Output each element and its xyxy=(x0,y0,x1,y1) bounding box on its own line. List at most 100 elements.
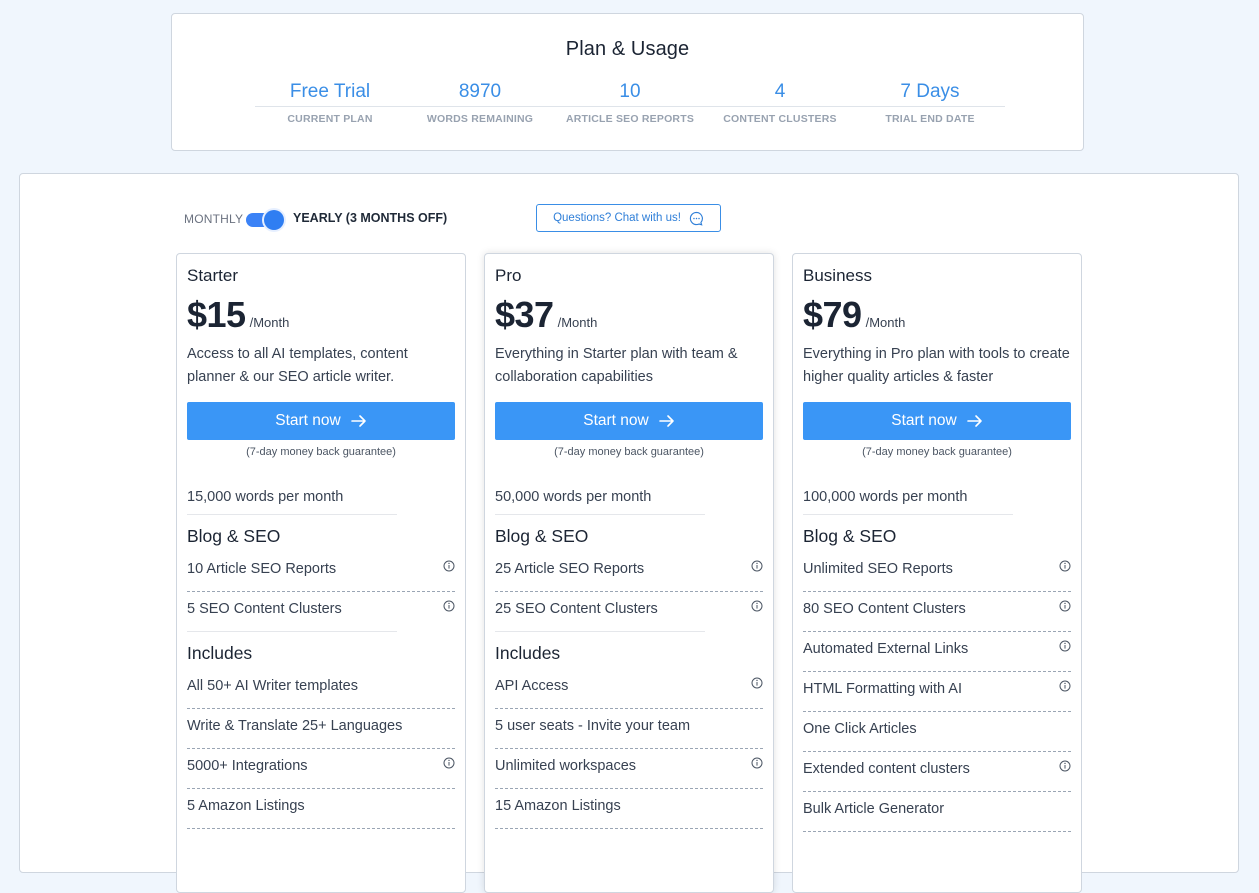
info-icon[interactable] xyxy=(1059,600,1071,612)
chat-with-us-button[interactable]: Questions? Chat with us! xyxy=(536,204,721,232)
stat-article-seo-reports: 10 ARTICLE SEO REPORTS xyxy=(555,80,705,125)
start-now-button[interactable]: Start now xyxy=(495,402,763,440)
info-icon[interactable] xyxy=(751,757,763,769)
info-icon[interactable] xyxy=(1059,760,1071,772)
switch-knob xyxy=(264,210,284,230)
plan-description: Everything in Starter plan with team & c… xyxy=(495,346,738,385)
plan-card-business: Business $79/Month Everything in Pro plan … xyxy=(792,253,1082,893)
feature-row: 5 Amazon Listings xyxy=(187,789,455,829)
feature-text: All 50+ AI Writer templates xyxy=(187,678,358,694)
info-icon[interactable] xyxy=(443,757,455,769)
feature-row: 80 SEO Content Clusters xyxy=(803,592,1071,632)
start-button-label: Start now xyxy=(583,412,649,429)
billing-period-switch[interactable] xyxy=(246,210,284,230)
includes-heading: Includes xyxy=(495,643,561,663)
plan-description: Access to all AI templates, content plan… xyxy=(187,346,408,385)
feature-row: 5 user seats - Invite your team xyxy=(495,709,763,749)
pricing-card: MONTHLY YEARLY (3 MONTHS OFF) Questions?… xyxy=(19,173,1239,893)
plan-name: Starter xyxy=(187,266,239,285)
plan-name: Business xyxy=(803,266,872,285)
stat-label: ARTICLE SEO REPORTS xyxy=(565,113,695,125)
feature-text: API Access xyxy=(495,678,569,694)
feature-row: 10 Article SEO Reports xyxy=(187,552,455,592)
blog-seo-heading: Blog & SEO xyxy=(187,526,281,546)
feature-row: API Access xyxy=(495,669,763,709)
price-amount: $37 xyxy=(495,294,554,335)
plan-description: Everything in Pro plan with tools to cre… xyxy=(803,346,1070,385)
plan-card-pro: Pro $37/Month Everything in Starter plan w… xyxy=(484,253,774,893)
chat-button-label: Questions? Chat with us! xyxy=(553,212,681,224)
price-period: /Month xyxy=(557,315,598,330)
monthly-label[interactable]: MONTHLY xyxy=(184,212,243,226)
feature-text: Automated External Links xyxy=(803,641,969,657)
feature-text: Bulk Article Generator xyxy=(803,801,945,817)
plan-card-starter: Starter $15/Month Access to all AI templat… xyxy=(176,253,466,893)
price-amount: $79 xyxy=(803,294,862,335)
info-icon[interactable] xyxy=(751,677,763,689)
feature-text: Unlimited workspaces xyxy=(495,758,637,774)
stat-label: WORDS REMAINING xyxy=(426,113,534,125)
feature-row: 15 Amazon Listings xyxy=(495,789,763,829)
feature-text: One Click Articles xyxy=(803,721,917,737)
words-per-month: 15,000 words per month xyxy=(187,489,344,505)
feature-row: Unlimited workspaces xyxy=(495,749,763,789)
feature-text: 5 Amazon Listings xyxy=(187,798,305,814)
blog-seo-heading: Blog & SEO xyxy=(495,526,589,546)
feature-text: Extended content clusters xyxy=(803,761,970,777)
plan-name: Pro xyxy=(495,266,522,285)
start-now-button[interactable]: Start now xyxy=(803,402,1071,440)
feature-row: HTML Formatting with AI xyxy=(803,672,1071,712)
start-button-label: Start now xyxy=(275,412,341,429)
feature-text: Unlimited SEO Reports xyxy=(803,561,953,577)
price-period: /Month xyxy=(249,315,290,330)
feature-text: HTML Formatting with AI xyxy=(803,681,963,697)
stat-value: 4 xyxy=(774,81,786,102)
plan-usage-card: Plan & Usage Free Trial CURRENT PLAN 897… xyxy=(171,13,1084,151)
feature-row: 25 SEO Content Clusters xyxy=(495,592,763,632)
stat-label: CONTENT CLUSTERS xyxy=(723,113,837,125)
feature-row: 5000+ Integrations xyxy=(187,749,455,789)
feature-row: Write & Translate 25+ Languages xyxy=(187,709,455,749)
usage-title: Plan & Usage xyxy=(565,38,690,60)
info-icon[interactable] xyxy=(1059,640,1071,652)
section-divider xyxy=(495,514,705,515)
stat-current-plan: Free Trial CURRENT PLAN xyxy=(255,80,405,125)
start-button-label: Start now xyxy=(891,412,957,429)
section-divider xyxy=(187,514,397,515)
stat-value: Free Trial xyxy=(289,81,371,102)
info-icon[interactable] xyxy=(443,600,455,612)
words-per-month: 100,000 words per month xyxy=(803,489,968,505)
money-back-guarantee: (7-day money back guarantee) xyxy=(246,446,396,458)
stat-value: 7 Days xyxy=(900,81,960,102)
stat-label: TRIAL END DATE xyxy=(885,113,975,125)
start-now-button[interactable]: Start now xyxy=(187,402,455,440)
feature-text: 25 SEO Content Clusters xyxy=(495,601,658,617)
info-icon[interactable] xyxy=(1059,560,1071,572)
section-divider xyxy=(803,514,1013,515)
feature-row: Automated External Links xyxy=(803,632,1071,672)
yearly-label[interactable]: YEARLY (3 MONTHS OFF) xyxy=(293,211,447,225)
includes-heading: Includes xyxy=(187,643,253,663)
price-amount: $15 xyxy=(187,294,246,335)
section-divider xyxy=(187,631,397,632)
feature-text: 80 SEO Content Clusters xyxy=(803,601,966,617)
feature-row: Bulk Article Generator xyxy=(803,792,1071,832)
feature-row: 25 Article SEO Reports xyxy=(495,552,763,592)
info-icon[interactable] xyxy=(751,560,763,572)
arrow-right-icon xyxy=(350,415,366,427)
feature-text: 10 Article SEO Reports xyxy=(187,561,337,577)
section-divider xyxy=(495,631,705,632)
feature-row: 5 SEO Content Clusters xyxy=(187,592,455,632)
stat-content-clusters: 4 CONTENT CLUSTERS xyxy=(705,80,855,125)
stat-trial-end-date: 7 Days TRIAL END DATE xyxy=(855,80,1005,125)
money-back-guarantee: (7-day money back guarantee) xyxy=(862,446,1012,458)
plan-price: $15/Month xyxy=(187,294,289,336)
info-icon[interactable] xyxy=(1059,680,1071,692)
arrow-right-icon xyxy=(966,415,982,427)
feature-text: 5000+ Integrations xyxy=(187,758,308,774)
info-icon[interactable] xyxy=(751,600,763,612)
chat-bubble-icon xyxy=(689,211,703,226)
blog-seo-heading: Blog & SEO xyxy=(803,526,897,546)
info-icon[interactable] xyxy=(443,560,455,572)
feature-row: All 50+ AI Writer templates xyxy=(187,669,455,709)
